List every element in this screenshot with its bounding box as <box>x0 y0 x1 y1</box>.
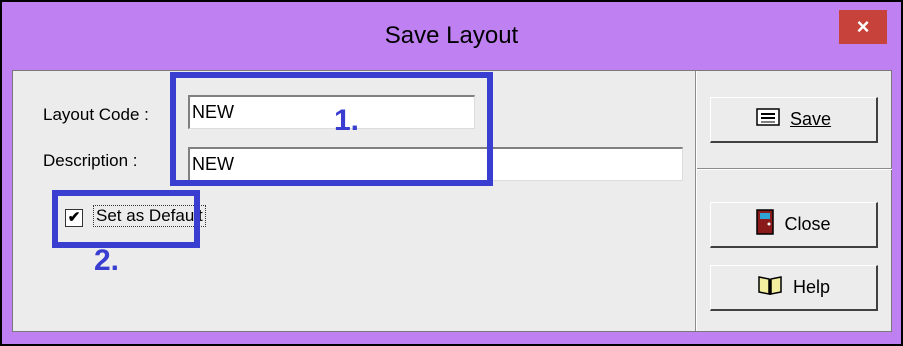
horizontal-divider <box>697 168 892 170</box>
save-icon <box>756 108 780 131</box>
close-icon[interactable]: × <box>839 10 887 44</box>
save-button[interactable]: Save <box>710 97 878 143</box>
annotation-label-1: 1. <box>334 104 360 137</box>
door-icon <box>756 209 775 240</box>
layout-code-label: Layout Code : <box>43 105 149 124</box>
book-icon <box>757 274 783 301</box>
description-label: Description : <box>43 151 138 170</box>
annotation-box-2 <box>52 190 200 248</box>
annotation-box-1 <box>170 72 493 186</box>
annotation-label-2: 2. <box>94 244 120 277</box>
close-button-label: Close <box>784 214 831 234</box>
save-button-label: Save <box>789 109 832 129</box>
help-button[interactable]: Help <box>710 265 878 311</box>
help-button-label: Help <box>792 277 831 297</box>
title-bar[interactable]: Save Layout × <box>2 2 901 62</box>
close-button[interactable]: Close <box>710 202 878 248</box>
dialog-title: Save Layout <box>384 22 519 49</box>
vertical-divider <box>695 71 697 331</box>
